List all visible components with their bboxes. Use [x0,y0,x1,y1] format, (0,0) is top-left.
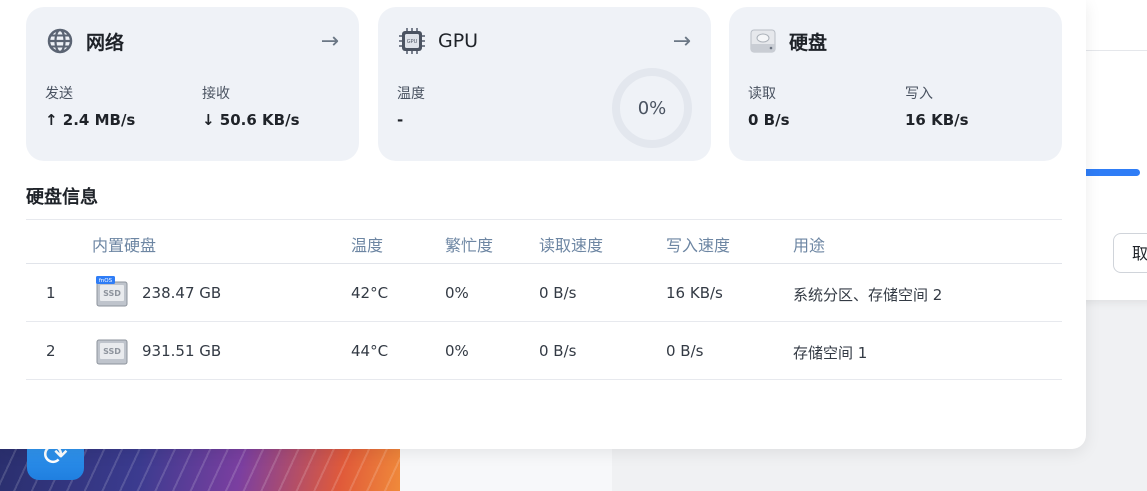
disk-size: 238.47 GB [142,284,222,302]
globe-icon [46,27,74,55]
read-label: 读取 [748,86,776,102]
disk-write-speed: 0 B/s [666,342,704,360]
svg-text:GPU: GPU [407,39,418,45]
column-header[interactable]: 用途 [793,232,825,256]
table-row[interactable]: 2 SSD 931.51 GB 44°C 0% 0 B/s 0 B/s 存储空间… [26,322,1062,380]
column-header[interactable]: 写入速度 [666,232,730,256]
temperature-value: - [397,111,404,129]
resource-monitor-panel: 网络 → 发送 ↑ 2.4 MB/s 接收 ↓ 50.6 KB/s GPU GP… [0,0,1086,449]
row-index: 1 [46,284,56,302]
gpu-chip-icon: GPU [398,27,426,55]
disk-info-title: 硬盘信息 [26,187,98,208]
read-value: 0 B/s [748,111,790,129]
disk-card[interactable]: 硬盘 读取 0 B/s 写入 16 KB/s [729,7,1062,161]
disk-temperature: 44°C [351,342,389,360]
svg-text:SSD: SSD [103,347,121,356]
temperature-label: 温度 [397,86,425,102]
hard-drive-icon [749,27,777,55]
write-value: 16 KB/s [905,111,969,129]
gpu-title: GPU [438,30,479,52]
arrow-right-icon[interactable]: → [321,29,339,54]
arrow-right-icon[interactable]: → [673,29,691,54]
table-header: 内置硬盘 温度 繁忙度 读取速度 写入速度 用途 [26,219,1062,264]
disk-table: 内置硬盘 温度 繁忙度 读取速度 写入速度 用途 1 SSD fnOS 238.… [26,219,1062,380]
receive-label: 接收 [202,86,230,102]
network-card[interactable]: 网络 → 发送 ↑ 2.4 MB/s 接收 ↓ 50.6 KB/s [26,7,359,161]
ssd-icon: SSD fnOS [96,276,128,308]
row-index: 2 [46,342,56,360]
disk-read-speed: 0 B/s [539,284,577,302]
svg-text:SSD: SSD [103,289,121,298]
arrow-down-icon: ↓ [202,111,220,129]
gpu-usage-ring: 0% [612,68,692,148]
table-row[interactable]: 1 SSD fnOS 238.47 GB 42°C 0% 0 B/s 16 KB… [26,264,1062,322]
gpu-usage-value: 0% [637,97,667,119]
disk-title: 硬盘 [789,31,828,54]
disk-read-speed: 0 B/s [539,342,577,360]
column-header[interactable]: 繁忙度 [445,232,493,256]
send-label: 发送 [45,86,73,102]
cancel-button[interactable]: 取 [1113,233,1147,273]
arrow-up-icon: ↑ [45,111,63,129]
disk-write-speed: 16 KB/s [666,284,723,302]
svg-text:fnOS: fnOS [99,278,113,284]
receive-value: ↓ 50.6 KB/s [202,111,300,129]
network-title: 网络 [86,31,125,54]
disk-busy: 0% [445,284,469,302]
disk-usage: 存储空间 1 [793,344,868,362]
column-header[interactable]: 内置硬盘 [92,232,156,256]
disk-temperature: 42°C [351,284,389,302]
disk-usage: 系统分区、存储空间 2 [793,286,943,304]
column-header[interactable]: 温度 [351,232,383,256]
ssd-icon: SSD [96,334,128,366]
write-label: 写入 [905,86,933,102]
gpu-card[interactable]: GPU GPU → 温度 - 0% [378,7,711,161]
disk-busy: 0% [445,342,469,360]
column-header[interactable]: 读取速度 [539,232,603,256]
send-value: ↑ 2.4 MB/s [45,111,136,129]
disk-size: 931.51 GB [142,342,222,360]
